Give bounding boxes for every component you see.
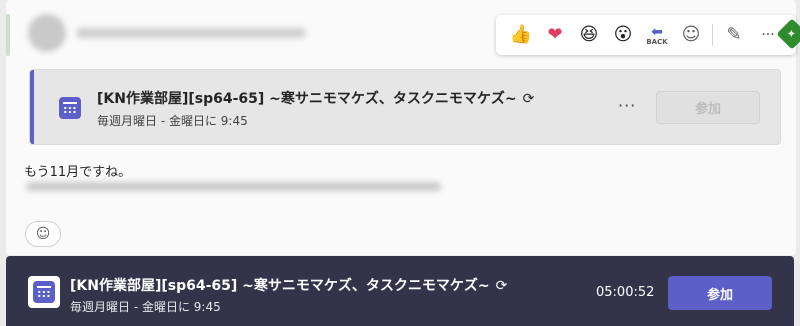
surprised-icon[interactable]: 😮	[606, 18, 640, 52]
join-button-disabled[interactable]: 参加	[656, 91, 760, 124]
recurring-icon: ⟳	[495, 278, 508, 294]
meeting-more-button[interactable]: ···	[618, 96, 636, 115]
heart-icon[interactable]: ❤	[538, 18, 572, 52]
back-caption: BACK	[646, 37, 668, 46]
meeting-banner: [KN作業部屋][sp64-65] ~寒サニモマケズ、タスクニモマケズ~ ⟳ 毎週…	[6, 256, 794, 326]
calendar-icon	[59, 97, 81, 119]
banner-meeting-recurrence: 毎週月曜日 - 金曜日に 9:45	[70, 300, 221, 314]
message-text: もう11月ですね。	[24, 165, 132, 180]
add-reaction-button[interactable]: ☺	[25, 221, 61, 247]
laugh-icon[interactable]: 😆	[572, 18, 606, 52]
banner-calendar-tile	[28, 276, 60, 308]
recurring-icon: ⟳	[522, 91, 535, 107]
chat-message: 👍 ❤ 😆 😮 ⬅ BACK ☺ ✎ ··· [KN作業部屋][sp64-65]…	[6, 0, 796, 255]
message-text-redacted	[26, 182, 441, 191]
back-reaction-button[interactable]: ⬅ BACK	[640, 18, 674, 52]
calendar-icon	[33, 281, 55, 303]
meeting-recurrence: 毎週月曜日 - 金曜日に 9:45	[97, 114, 248, 128]
sender-name-redacted	[76, 28, 306, 38]
meeting-card[interactable]: [KN作業部屋][sp64-65] ~寒サニモマケズ、タスクニモマケズ~ ⟳ 毎週…	[29, 69, 781, 145]
toolbar-divider	[712, 24, 713, 46]
back-icon: ⬅	[651, 23, 663, 40]
thumbs-up-icon[interactable]: 👍	[504, 18, 538, 52]
message-accent	[6, 14, 10, 56]
edit-icon[interactable]: ✎	[717, 18, 751, 52]
reaction-toolbar: 👍 ❤ 😆 😮 ⬅ BACK ☺ ✎ ···	[496, 15, 796, 55]
meeting-card-accent	[30, 70, 34, 144]
add-reaction-icon: ☺	[35, 226, 51, 242]
meeting-elapsed-time: 05:00:52	[596, 285, 655, 300]
avatar[interactable]	[28, 14, 66, 52]
join-button[interactable]: 参加	[668, 276, 772, 310]
meeting-title: [KN作業部屋][sp64-65] ~寒サニモマケズ、タスクニモマケズ~ ⟳	[97, 91, 535, 107]
add-reaction-icon[interactable]: ☺	[674, 18, 708, 52]
banner-meeting-title: [KN作業部屋][sp64-65] ~寒サニモマケズ、タスクニモマケズ~ ⟳	[70, 278, 508, 294]
